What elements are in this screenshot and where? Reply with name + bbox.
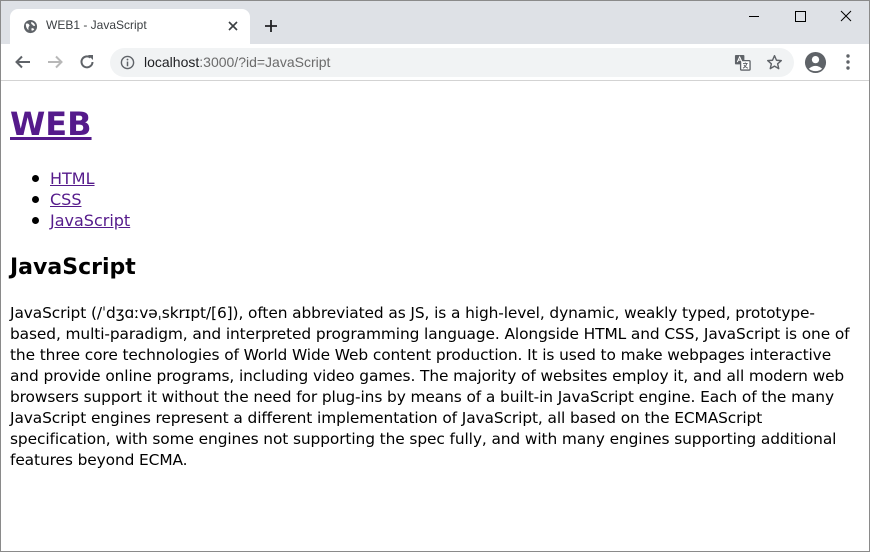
back-arrow-icon[interactable] xyxy=(14,53,32,71)
list-item-css: CSS xyxy=(10,189,130,210)
info-icon[interactable] xyxy=(120,55,135,70)
site-title-link[interactable]: WEB xyxy=(10,105,92,143)
star-icon[interactable] xyxy=(766,54,783,71)
topic-list: HTML CSS JavaScript xyxy=(10,168,130,231)
minimize-icon[interactable] xyxy=(731,1,777,31)
link-css[interactable]: CSS xyxy=(50,190,81,209)
page-content: WEB HTML CSS JavaScript JavaScript JavaS… xyxy=(1,82,869,551)
site-title: WEB xyxy=(10,105,92,143)
menu-dots-icon[interactable] xyxy=(840,53,856,71)
window-close-icon[interactable] xyxy=(823,1,869,31)
close-icon[interactable] xyxy=(225,18,241,34)
list-item-html: HTML xyxy=(10,168,130,189)
new-tab-icon[interactable] xyxy=(263,18,279,34)
address-bar[interactable]: localhost:3000/?id=JavaScript xyxy=(110,48,794,77)
url-text[interactable]: localhost:3000/?id=JavaScript xyxy=(144,54,330,70)
translate-icon[interactable] xyxy=(734,54,751,71)
browser-toolbar: localhost:3000/?id=JavaScript xyxy=(1,44,869,81)
link-html[interactable]: HTML xyxy=(50,169,95,188)
description-paragraph: JavaScript (/ˈdʒɑːvəˌskrɪpt/[6]), often … xyxy=(10,304,850,469)
reload-icon[interactable] xyxy=(78,53,96,71)
tab-strip: WEB1 - JavaScript xyxy=(1,1,869,44)
link-javascript[interactable]: JavaScript xyxy=(50,211,130,230)
url-path: :3000/?id=JavaScript xyxy=(199,54,331,70)
maximize-icon[interactable] xyxy=(777,1,823,31)
tab-title: WEB1 - JavaScript xyxy=(46,18,147,32)
url-host: localhost xyxy=(144,54,200,70)
browser-window: WEB1 - JavaScript localhost:3000/?id=Jav… xyxy=(0,0,870,552)
profile-icon[interactable] xyxy=(804,51,827,74)
page-heading: JavaScript xyxy=(10,255,136,280)
forward-arrow-icon[interactable] xyxy=(46,53,64,71)
active-tab[interactable]: WEB1 - JavaScript xyxy=(10,9,250,44)
list-item-javascript: JavaScript xyxy=(10,210,130,231)
globe-icon xyxy=(23,19,38,34)
